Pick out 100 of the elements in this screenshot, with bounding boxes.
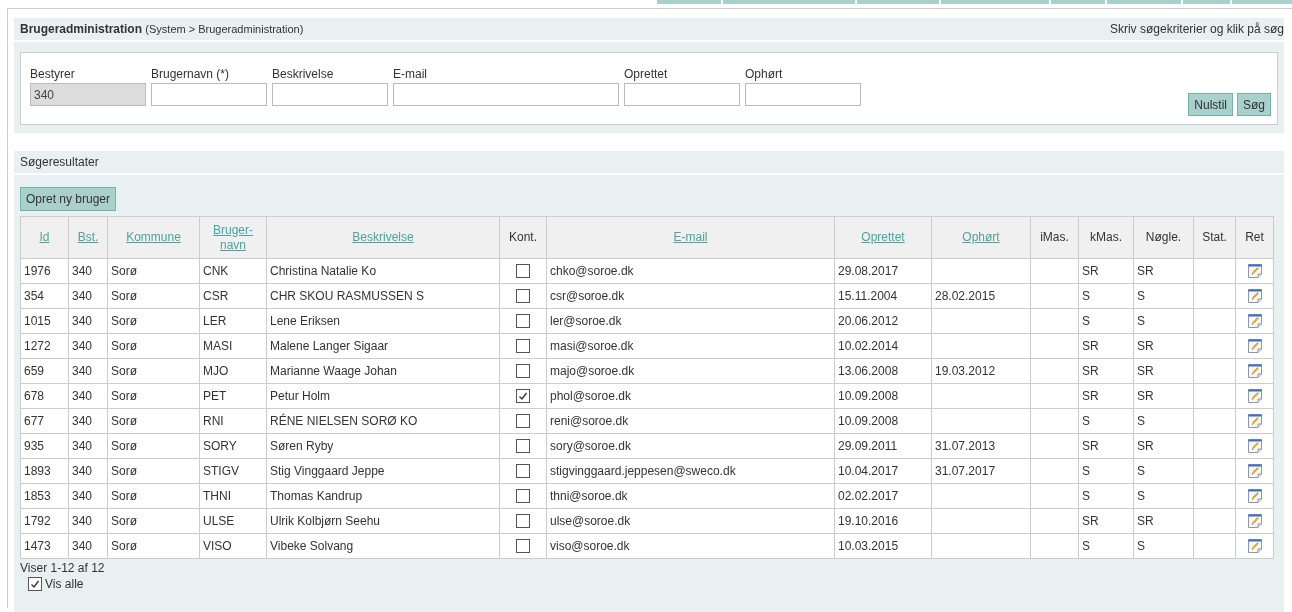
table-cell: 340	[72, 464, 93, 478]
edit-icon[interactable]	[1246, 538, 1263, 554]
table-cell: Ulrik Kolbjørn Seehu	[270, 514, 381, 528]
edit-icon[interactable]	[1246, 438, 1263, 454]
table-cell: thni@soroe.dk	[550, 489, 628, 503]
column-header[interactable]: Kommune	[107, 216, 200, 259]
checkbox[interactable]	[516, 339, 530, 354]
table-cell: SR	[1082, 514, 1099, 528]
breadcrumb: (System > Brugeradministration)	[145, 23, 304, 35]
edit-icon[interactable]	[1246, 388, 1263, 404]
table-cell: 340	[72, 514, 93, 528]
table-cell: 340	[72, 289, 93, 303]
table-cell: Sorø	[111, 414, 137, 428]
table-cell: S	[1082, 414, 1090, 428]
table-cell: ler@soroe.dk	[550, 314, 622, 328]
table-cell: SR	[1137, 339, 1154, 353]
table-cell: Thomas Kandrup	[270, 489, 363, 503]
column-header[interactable]: Beskrivelse	[266, 216, 500, 259]
table-cell: S	[1082, 464, 1090, 478]
table-cell: 340	[72, 364, 93, 378]
edit-icon[interactable]	[1246, 413, 1263, 429]
table-cell: Søren Ryby	[270, 439, 334, 453]
table-cell: 340	[72, 339, 93, 353]
column-header: Stat.	[1193, 216, 1236, 259]
table-cell: SR	[1137, 389, 1154, 403]
table-cell: 340	[72, 539, 93, 553]
column-header[interactable]: Oprettet	[834, 216, 932, 259]
input-field[interactable]	[745, 83, 861, 106]
column-header[interactable]: Ophørt	[931, 216, 1031, 259]
table-cell: phol@soroe.dk	[550, 389, 631, 403]
table-cell: 1976	[24, 264, 51, 278]
input-field[interactable]	[151, 83, 267, 106]
input-field[interactable]	[393, 83, 619, 106]
checkbox[interactable]	[516, 539, 530, 554]
checkbox-label: Vis alle	[45, 577, 84, 591]
checkbox[interactable]	[516, 439, 530, 454]
table-cell: 935	[24, 439, 45, 453]
table-cell: RÉNE NIELSEN SORØ KO	[270, 414, 418, 428]
checkbox[interactable]	[516, 389, 530, 404]
table-cell: Sorø	[111, 264, 137, 278]
column-header: Nøgle.	[1133, 216, 1194, 259]
column-header[interactable]: Id	[20, 216, 69, 259]
input-field[interactable]	[272, 83, 388, 106]
table-cell: 02.02.2017	[838, 489, 899, 503]
field-label: Ophørt	[745, 67, 784, 81]
section-title: Søgeresultater	[20, 155, 99, 169]
column-header[interactable]: Bst.	[68, 216, 108, 259]
table-cell: THNI	[203, 489, 231, 503]
table-cell: 28.02.2015	[935, 289, 996, 303]
search-button[interactable]: Søg	[1237, 93, 1271, 116]
edit-icon[interactable]	[1246, 263, 1263, 279]
table-cell: 10.09.2008	[838, 414, 899, 428]
table-cell: S	[1137, 414, 1145, 428]
checkbox[interactable]	[516, 264, 530, 279]
edit-icon[interactable]	[1246, 488, 1263, 504]
table-cell: 340	[72, 264, 93, 278]
create-user-button[interactable]: Opret ny bruger	[20, 187, 117, 211]
checkbox[interactable]	[516, 364, 530, 379]
table-cell: S	[1137, 539, 1145, 553]
edit-icon[interactable]	[1246, 313, 1263, 329]
edit-icon[interactable]	[1246, 513, 1263, 529]
table-cell: 10.02.2014	[838, 339, 899, 353]
table-cell: 1792	[24, 514, 51, 528]
table-cell: Sorø	[111, 389, 137, 403]
reset-button[interactable]: Nulstil	[1188, 93, 1233, 116]
table-cell: SORY	[203, 439, 237, 453]
edit-icon[interactable]	[1246, 338, 1263, 354]
checkbox[interactable]	[28, 577, 42, 591]
table-cell: Malene Langer Sigaar	[270, 339, 389, 353]
column-header[interactable]: E-mail	[546, 216, 835, 259]
checkbox[interactable]	[516, 414, 530, 429]
table-cell: CHR SKOU RASMUSSEN S	[270, 289, 425, 303]
table-cell: Marianne Waage Johan	[270, 364, 397, 378]
field-label: Bestyrer	[30, 67, 76, 81]
column-header[interactable]: Bruger-navn	[199, 216, 267, 259]
table-cell: 354	[24, 289, 45, 303]
field-label: Beskrivelse	[272, 67, 335, 81]
table-cell: STIGV	[203, 464, 239, 478]
table-cell: S	[1137, 489, 1145, 503]
checkbox[interactable]	[516, 314, 530, 329]
table-cell: 340	[72, 314, 93, 328]
table-cell: MASI	[203, 339, 233, 353]
table-cell: masi@soroe.dk	[550, 339, 634, 353]
field-label: Oprettet	[624, 67, 669, 81]
table-cell: csr@soroe.dk	[550, 289, 625, 303]
edit-icon[interactable]	[1246, 288, 1263, 304]
edit-icon[interactable]	[1246, 363, 1263, 379]
table-cell: 13.06.2008	[838, 364, 899, 378]
checkbox[interactable]	[516, 289, 530, 304]
edit-icon[interactable]	[1246, 463, 1263, 479]
checkbox[interactable]	[516, 464, 530, 479]
column-header: iMas.	[1030, 216, 1079, 259]
table-cell: 678	[24, 389, 45, 403]
input-field[interactable]	[624, 83, 740, 106]
field-label: Brugernavn (*)	[151, 67, 231, 81]
checkbox[interactable]	[516, 514, 530, 529]
table-cell: 1272	[24, 339, 51, 353]
table-cell: SR	[1082, 339, 1099, 353]
checkbox[interactable]	[516, 489, 530, 504]
table-cell: 20.06.2012	[838, 314, 899, 328]
